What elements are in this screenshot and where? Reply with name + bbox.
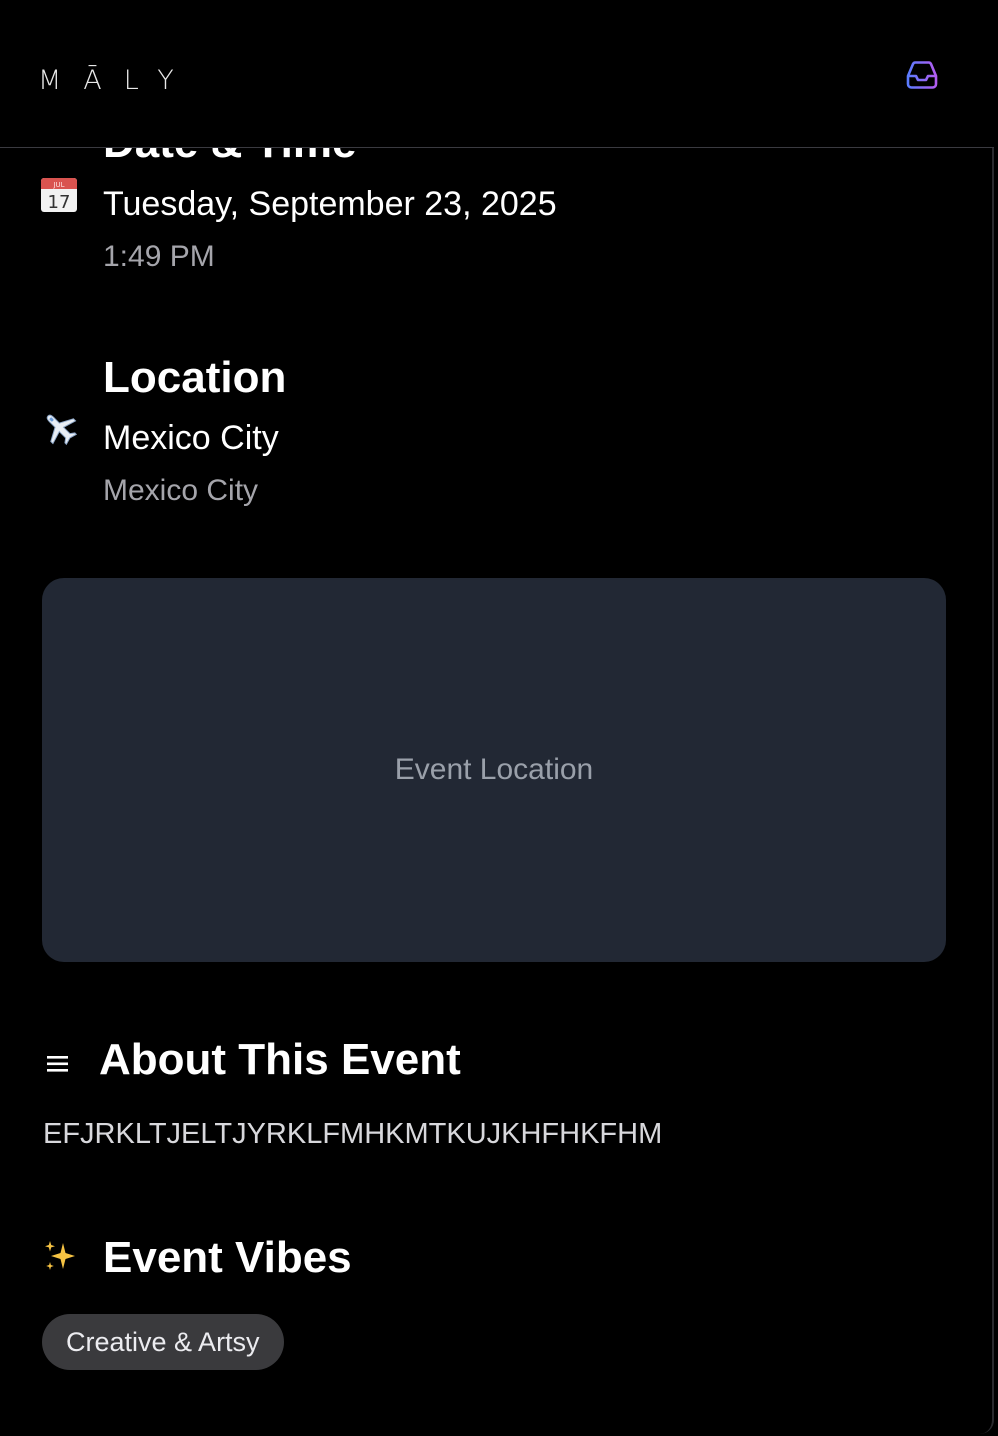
inbox-tray-icon xyxy=(906,61,938,89)
location-name: Mexico City xyxy=(103,419,279,457)
about-description: EFJRKLTJELTJYRKLFMHKMTKUJKHFHKFHM xyxy=(43,1118,663,1150)
calendar-icon: JUL 17 xyxy=(40,176,78,214)
sparkles-icon xyxy=(42,1238,78,1274)
about-heading: About This Event xyxy=(99,1035,461,1084)
event-date: Tuesday, September 23, 2025 xyxy=(103,185,557,223)
event-location-map[interactable]: Event Location xyxy=(42,578,946,962)
app-header: MĀLY xyxy=(0,0,994,148)
event-time: 1:49 PM xyxy=(103,240,215,273)
maly-logo[interactable]: MĀLY xyxy=(38,64,196,98)
location-detail: Mexico City xyxy=(103,474,259,507)
menu-lines-icon xyxy=(44,1050,72,1078)
event-details-scroll-area[interactable]: Date & Time JUL 17 Tuesday, September 23… xyxy=(0,0,994,1436)
vibe-tag[interactable]: Creative & Artsy xyxy=(42,1314,284,1370)
calendar-icon-day: 17 xyxy=(48,192,71,213)
location-heading: Location xyxy=(103,353,287,402)
calendar-icon-month: JUL xyxy=(52,181,64,189)
inbox-button[interactable] xyxy=(902,56,942,94)
airplane-icon xyxy=(40,408,80,448)
vibes-heading: Event Vibes xyxy=(103,1233,352,1282)
map-placeholder-label: Event Location xyxy=(394,753,594,786)
